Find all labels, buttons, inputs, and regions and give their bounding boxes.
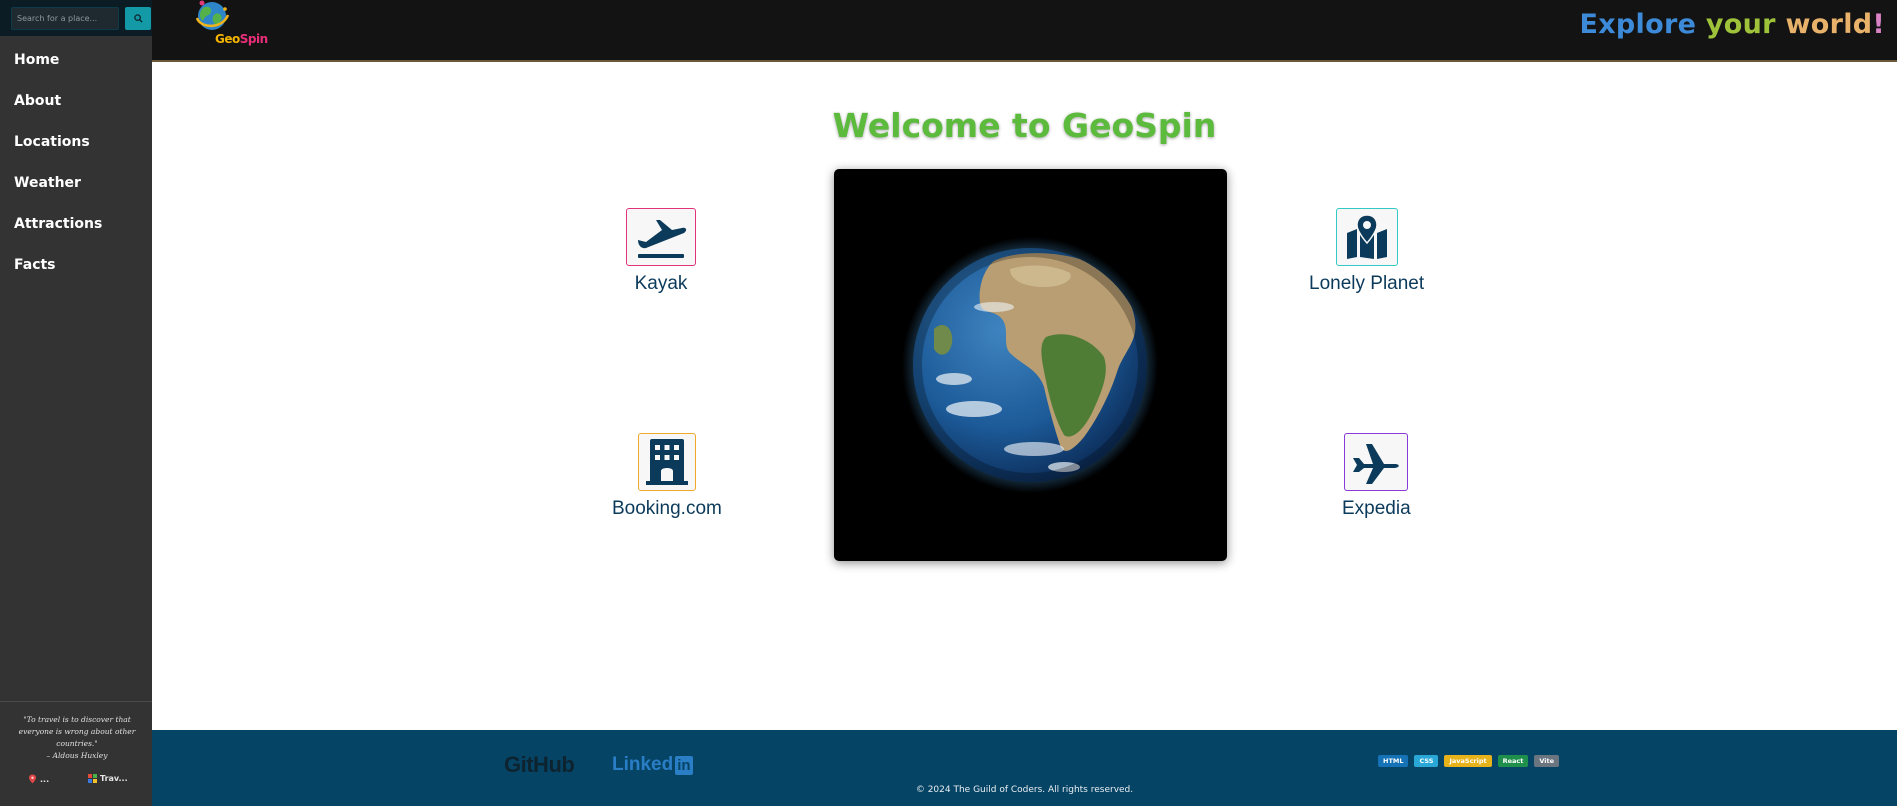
- linkedin-text: Linked: [612, 754, 674, 775]
- plane-icon: [1353, 444, 1400, 484]
- grid-icon: [88, 774, 97, 783]
- badge-vite: Vite: [1534, 755, 1560, 767]
- lonely-planet-label: Lonely Planet: [1309, 273, 1425, 294]
- sidebar-item-attractions[interactable]: Attractions: [0, 206, 152, 247]
- search-icon: [133, 14, 143, 23]
- kayak-icon-box: [626, 208, 696, 266]
- page-footer: GitHub Linked in HTML CSS JavaScript Reac…: [152, 730, 1897, 806]
- sidebar-widget-location-label: ...: [40, 774, 50, 784]
- sidebar-widget-travel[interactable]: Trav...: [88, 774, 128, 783]
- tagline-exclamation: !: [1872, 9, 1885, 40]
- sidebar-divider: [0, 701, 152, 702]
- sidebar-item-home[interactable]: Home: [0, 42, 152, 83]
- badge-html: HTML: [1378, 755, 1409, 767]
- booking-icon-box: [637, 433, 696, 491]
- tech-badges: HTML CSS JavaScript React Vite: [1378, 755, 1560, 767]
- expedia-link[interactable]: Expedia: [1342, 433, 1411, 520]
- map-location-icon: [1346, 214, 1387, 259]
- pin-icon: [29, 774, 36, 784]
- tagline-your: your: [1705, 9, 1776, 40]
- logo-text-spin: Spin: [239, 32, 268, 46]
- quote-author: – Aldous Huxley: [46, 751, 108, 760]
- badge-javascript: JavaScript: [1444, 755, 1492, 767]
- sidebar-widgets: ... Trav...: [0, 774, 152, 790]
- quote-text: "To travel is to discover that everyone …: [18, 715, 136, 748]
- kayak-link[interactable]: Kayak: [626, 208, 696, 295]
- plane-departure-icon: [638, 220, 687, 258]
- main-content: Welcome to GeoSpin Kayak Lonely Planet B…: [152, 62, 1897, 730]
- sidebar-item-locations[interactable]: Locations: [0, 124, 152, 165]
- tagline-explore: Explore: [1579, 9, 1697, 40]
- earth-globe: [902, 237, 1158, 493]
- logo-text-geo: Geo: [215, 32, 240, 46]
- sidebar-nav: Home About Locations Weather Attractions…: [0, 42, 152, 288]
- booking-link[interactable]: Booking.com: [612, 433, 722, 520]
- badge-css: CSS: [1414, 755, 1439, 767]
- lonely-planet-link[interactable]: Lonely Planet: [1309, 208, 1424, 295]
- sidebar-widget-travel-label: Trav...: [100, 774, 128, 783]
- sidebar: Home About Locations Weather Attractions…: [0, 0, 152, 806]
- travel-quote: "To travel is to discover that everyone …: [18, 714, 136, 762]
- sidebar-item-facts[interactable]: Facts: [0, 247, 152, 288]
- globe-logo-icon: [195, 0, 230, 30]
- linkedin-link[interactable]: Linked in: [612, 754, 693, 776]
- search-input[interactable]: [11, 7, 119, 30]
- expedia-icon-box: [1344, 433, 1409, 491]
- geospin-logo[interactable]: GeoSpin: [182, 0, 268, 50]
- linkedin-in-badge: in: [675, 755, 693, 775]
- page-title: Welcome to GeoSpin: [832, 106, 1217, 145]
- lonely-planet-icon-box: [1335, 208, 1398, 266]
- search-bar: [0, 0, 152, 36]
- hotel-icon: [645, 439, 688, 485]
- header-tagline: Explore your world!: [1579, 9, 1885, 40]
- copyright-text: © 2024 The Guild of Coders. All rights r…: [915, 785, 1134, 795]
- sidebar-widget-location[interactable]: ...: [28, 774, 49, 784]
- search-button[interactable]: [125, 7, 151, 30]
- badge-react: React: [1497, 755, 1529, 767]
- kayak-label: Kayak: [634, 273, 688, 294]
- sidebar-item-weather[interactable]: Weather: [0, 165, 152, 206]
- top-header: GeoSpin Explore your world!: [152, 0, 1897, 62]
- globe-viewer[interactable]: [834, 169, 1227, 561]
- sidebar-item-about[interactable]: About: [0, 83, 152, 124]
- github-link[interactable]: GitHub: [504, 752, 575, 778]
- booking-label: Booking.com: [612, 498, 722, 519]
- expedia-label: Expedia: [1342, 498, 1411, 519]
- logo-text: GeoSpin: [215, 32, 268, 46]
- tagline-world: world: [1785, 9, 1873, 40]
